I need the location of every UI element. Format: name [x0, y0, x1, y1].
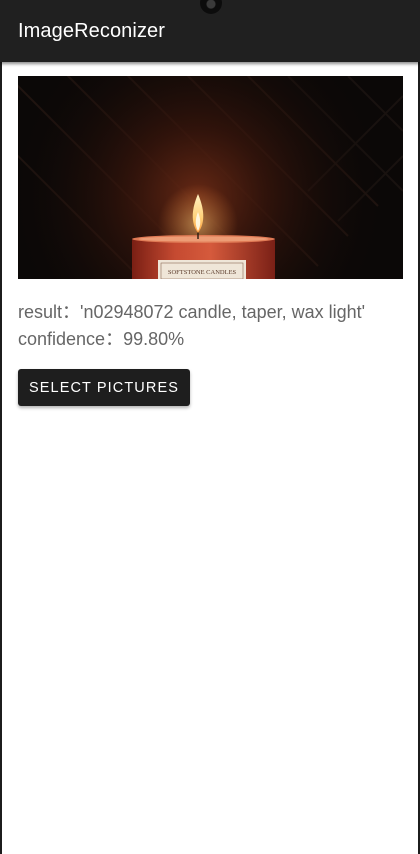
candle-label-text: SOFTSTONE CANDLES — [168, 269, 237, 276]
confidence-line: confidence：99.80% — [18, 325, 184, 351]
select-pictures-button[interactable]: SELECT PICTURES — [18, 369, 190, 406]
result-label: result — [18, 302, 63, 322]
app-title: ImageReconizer — [18, 20, 166, 42]
result-line: result：'n02948072 candle, taper, wax lig… — [18, 298, 365, 324]
selected-image: SOFTSTONE CANDLES — [18, 76, 403, 279]
confidence-label: confidence — [18, 329, 106, 349]
main-content: SOFTSTONE CANDLES result：'n02948072 cand… — [2, 62, 418, 854]
result-separator: ： — [62, 302, 81, 322]
confidence-value: 99.80% — [123, 329, 185, 349]
confidence-separator: ： — [105, 329, 124, 349]
candle-image: SOFTSTONE CANDLES — [18, 76, 403, 279]
result-value: 'n02948072 candle, taper, wax light' — [80, 302, 366, 322]
screen: ImageReconizer SOFTSTONE CANDLES result：… — [0, 0, 420, 854]
